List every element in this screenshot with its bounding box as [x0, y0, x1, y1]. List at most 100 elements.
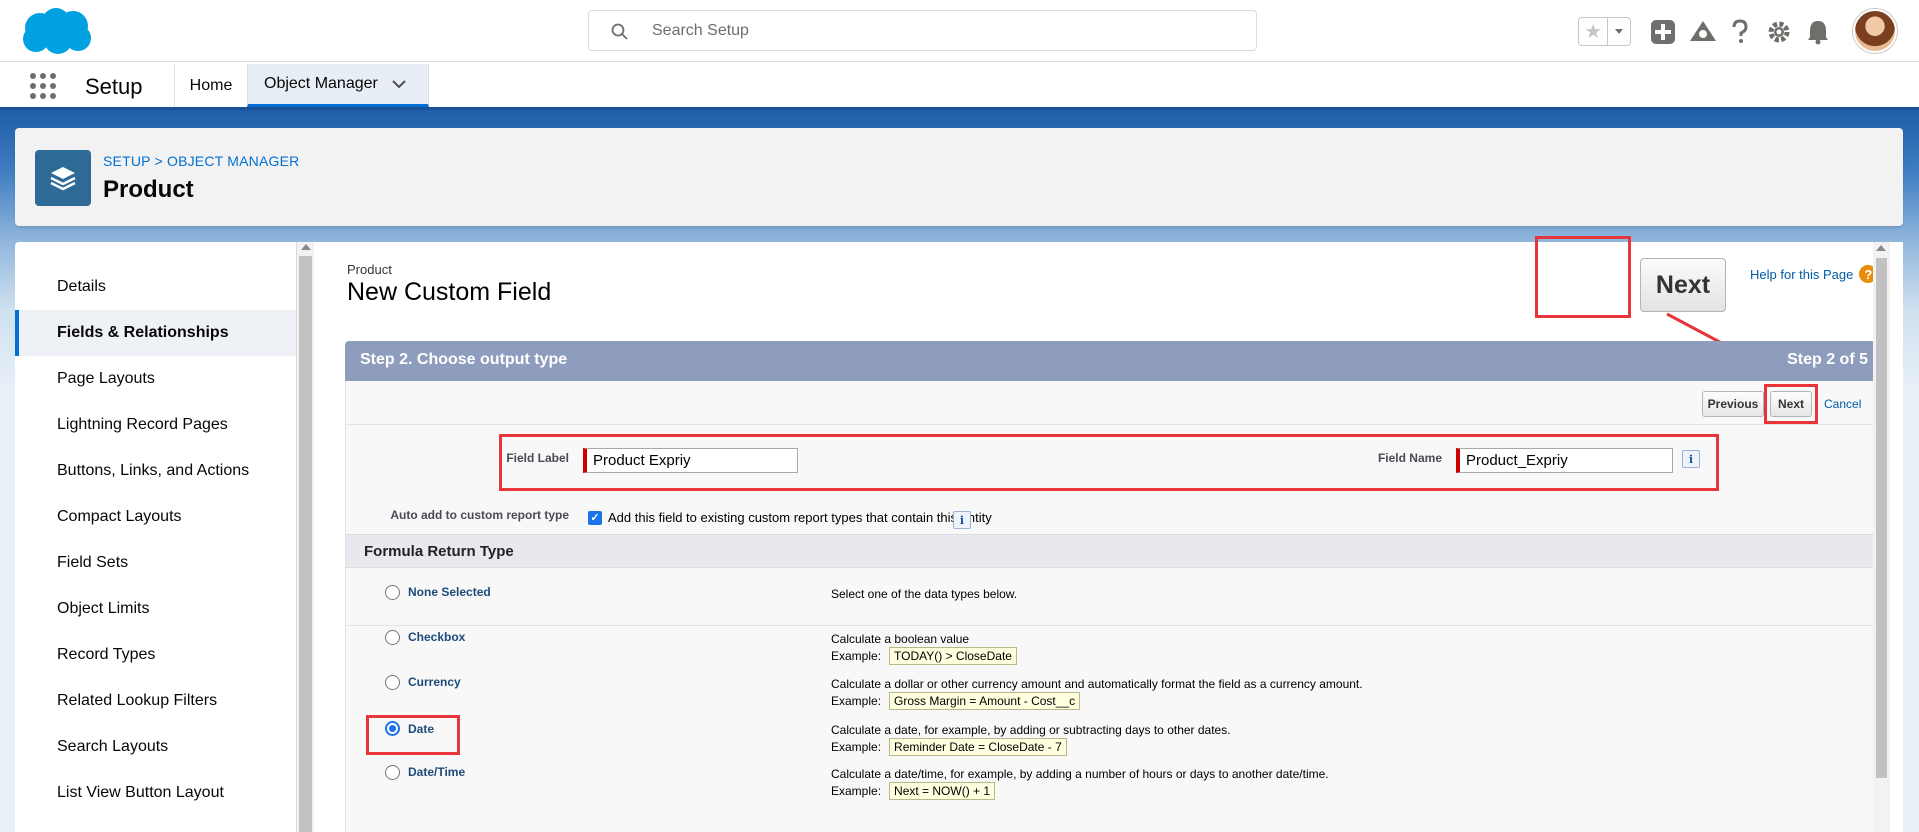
sidebar-item-label: Related Lookup Filters — [57, 692, 218, 709]
sidebar-item-object-limits[interactable]: Object Limits — [15, 586, 296, 632]
example-label: Example: — [831, 694, 882, 708]
app-launcher-icon[interactable] — [30, 73, 56, 99]
return-type-desc: Calculate a date/time, for example, by a… — [831, 767, 1329, 781]
example-code: TODAY() > CloseDate — [889, 647, 1017, 665]
sidebar-item-compact-layouts[interactable]: Compact Layouts — [15, 494, 296, 540]
help-for-page-label: Help for this Page — [1750, 266, 1854, 282]
return-type-name[interactable]: None Selected — [408, 585, 491, 599]
main-card: Details Fields & Relationships Page Layo… — [15, 236, 1903, 832]
next-button-zoomed-label: Next — [1655, 270, 1711, 299]
callout-box-next-zoom — [1535, 236, 1631, 318]
return-type-name[interactable]: Currency — [408, 675, 461, 689]
tab-home[interactable]: Home — [174, 64, 247, 107]
search-input[interactable] — [652, 19, 1212, 43]
star-icon[interactable]: ★ — [1579, 18, 1609, 45]
sidebar-item-label: Fields & Relationships — [57, 324, 229, 341]
example-label: Example: — [831, 649, 882, 663]
auto-add-checkbox[interactable]: ✓ — [588, 511, 602, 525]
sidebar-item-search-layouts[interactable]: Search Layouts — [15, 724, 296, 770]
scroll-up-arrow-icon[interactable] — [301, 244, 311, 250]
trailhead-icon[interactable] — [1689, 18, 1717, 46]
salesforce-logo[interactable] — [18, 6, 94, 56]
row-divider — [346, 625, 1882, 626]
breadcrumb[interactable]: SETUP > OBJECT MANAGER — [103, 153, 299, 169]
previous-button-label: Previous — [1707, 397, 1759, 411]
favorites-group: ★ — [1578, 17, 1631, 46]
sidebar-scrollbar[interactable] — [296, 242, 314, 832]
sidebar-item-label: Search Layouts — [57, 738, 169, 755]
sidebar-item-list-view-button-layout[interactable]: List View Button Layout — [15, 770, 296, 816]
return-type-example: Example: Gross Margin = Amount - Cost__c — [831, 692, 1081, 710]
help-for-page-link[interactable]: Help for this Page ? — [1750, 265, 1878, 283]
example-label: Example: — [831, 784, 882, 798]
callout-box-date — [366, 715, 460, 755]
sidebar: Details Fields & Relationships Page Layo… — [15, 242, 296, 832]
radio-checkbox[interactable] — [385, 630, 400, 645]
return-type-name[interactable]: Date/Time — [408, 765, 465, 779]
sidebar-item-label: Object Limits — [57, 600, 150, 617]
next-button-zoomed[interactable]: Next — [1640, 258, 1726, 312]
sidebar-item-related-lookup-filters[interactable]: Related Lookup Filters — [15, 678, 296, 724]
content-scrollbar-thumb[interactable] — [1876, 258, 1887, 778]
auto-add-text: Add this field to existing custom report… — [608, 510, 992, 525]
avatar[interactable] — [1853, 9, 1897, 53]
sidebar-item-page-layouts[interactable]: Page Layouts — [15, 356, 296, 402]
example-code: Reminder Date = CloseDate - 7 — [889, 738, 1067, 756]
radio-date-time[interactable] — [385, 765, 400, 780]
object-header: SETUP > OBJECT MANAGER Product — [15, 128, 1903, 226]
app-name: Setup — [85, 74, 143, 99]
radio-currency[interactable] — [385, 675, 400, 690]
global-header: ★ — [0, 0, 1919, 62]
layers-icon — [35, 150, 91, 206]
chevron-down-icon[interactable] — [392, 79, 406, 89]
previous-button[interactable]: Previous — [1702, 391, 1764, 417]
caret-down-icon — [1615, 28, 1624, 34]
return-type-example: Example: Next = NOW() + 1 — [831, 782, 996, 800]
step-title: Step 2. Choose output type — [360, 351, 568, 368]
search-icon — [611, 23, 628, 40]
example-label: Example: — [831, 740, 882, 754]
sidebar-item-label: Lightning Record Pages — [57, 416, 228, 433]
return-type-name[interactable]: Checkbox — [408, 630, 465, 644]
sidebar-item-details[interactable]: Details — [15, 264, 296, 310]
form-area: Previous Next Cancel Field Label Product… — [345, 381, 1883, 832]
sidebar-item-label: List View Button Layout — [57, 784, 224, 801]
search-box[interactable] — [588, 10, 1257, 51]
sidebar-item-fields-relationships[interactable]: Fields & Relationships — [15, 310, 296, 356]
radio-none-selected[interactable] — [385, 585, 400, 600]
scroll-up-arrow-icon[interactable] — [1876, 245, 1886, 251]
return-type-example: Example: Reminder Date = CloseDate - 7 — [831, 738, 1067, 756]
gear-icon[interactable] — [1765, 18, 1793, 46]
return-type-desc: Calculate a date, for example, by adding… — [831, 723, 1231, 737]
info-icon[interactable]: i — [953, 511, 971, 529]
sidebar-item-field-sets[interactable]: Field Sets — [15, 540, 296, 586]
formula-return-type-header: Formula Return Type — [346, 534, 1882, 568]
sidebar-item-buttons-links-actions[interactable]: Buttons, Links, and Actions — [15, 448, 296, 494]
content-frame: Product New Custom Field Next Help for t… — [330, 236, 1903, 832]
step-counter: Step 2 of 5 — [1787, 351, 1868, 368]
cancel-link[interactable]: Cancel — [1824, 397, 1861, 411]
return-type-example: Example: TODAY() > CloseDate — [831, 647, 1017, 665]
auto-add-label: Auto add to custom report type — [390, 508, 569, 522]
sidebar-item-record-types[interactable]: Record Types — [15, 632, 296, 678]
return-type-desc: Calculate a boolean value — [831, 632, 970, 646]
tab-object-manager[interactable]: Object Manager — [247, 64, 429, 107]
content-scrollbar[interactable] — [1873, 242, 1890, 832]
favorites-dropdown[interactable] — [1608, 18, 1630, 45]
tab-home-label: Home — [189, 76, 233, 94]
object-label: Product — [347, 262, 392, 277]
sidebar-item-label: Record Types — [57, 646, 156, 663]
page-title: Product — [103, 176, 194, 203]
help-icon[interactable] — [1726, 18, 1754, 46]
add-icon[interactable] — [1649, 18, 1677, 46]
section-title: Formula Return Type — [364, 543, 514, 560]
sidebar-item-label: Field Sets — [57, 554, 129, 571]
return-type-desc: Select one of the data types below. — [831, 587, 1018, 601]
step-header: Step 2. Choose output type Step 2 of 5 — [345, 341, 1883, 381]
sidebar-item-label: Compact Layouts — [57, 508, 182, 525]
bell-icon[interactable] — [1804, 18, 1832, 46]
example-code: Next = NOW() + 1 — [889, 782, 996, 800]
sidebar-item-label: Details — [57, 278, 106, 295]
sidebar-item-lightning-record-pages[interactable]: Lightning Record Pages — [15, 402, 296, 448]
sidebar-scrollbar-thumb[interactable] — [299, 256, 312, 832]
